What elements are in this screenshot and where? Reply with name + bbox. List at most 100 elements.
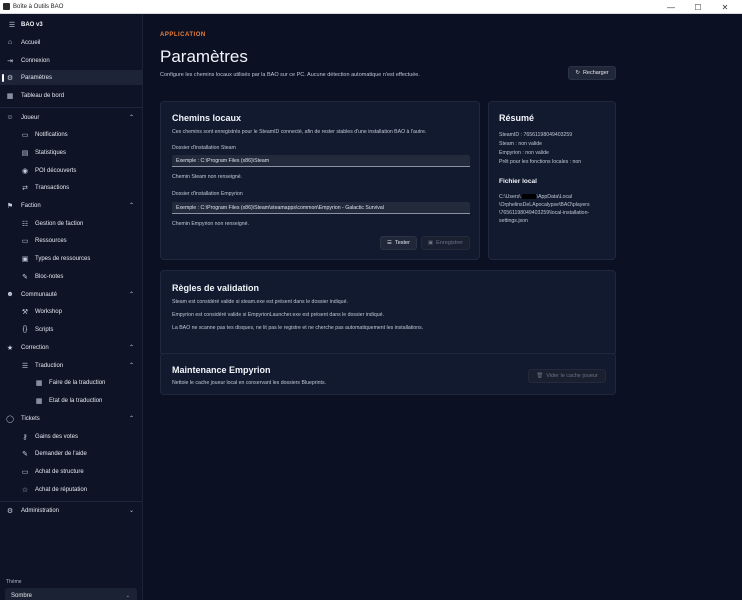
chevron-up-icon: ⌃ — [128, 416, 134, 422]
local-paths-description: Ces chemins sont enregistrés pour le Ste… — [172, 129, 427, 135]
gear-icon: ⚙ — [6, 507, 14, 515]
sidebar-item-tableau-de-bord[interactable]: ▦ Tableau de bord — [0, 88, 143, 103]
theme-select[interactable]: Sombre ⌄ — [5, 588, 137, 600]
sidebar-group-joueur[interactable]: ☺ Joueur ⌃ — [0, 110, 143, 125]
page-subtitle: Configure les chemins locaux utilisés pa… — [160, 72, 420, 78]
summary-empyrion: Empyrion : non valide — [499, 150, 549, 156]
tag-icon: ▣ — [21, 255, 29, 263]
sidebar-item-ressources[interactable]: ▭ Ressources — [0, 233, 143, 248]
empyrion-status: Chemin Empyrion non renseigné. — [172, 221, 249, 227]
sidebar-item-gains-des-votes[interactable]: ⚷ Gains des votes — [0, 429, 143, 444]
close-button[interactable]: ✕ — [712, 0, 738, 14]
sidebar-item-faire-de-la-traduction[interactable]: ▦ Faire de la traduction — [0, 375, 143, 390]
table-icon: ▦ — [35, 397, 43, 405]
sidebar-item-achat-de-structure[interactable]: ▭ Achat de structure — [0, 464, 143, 479]
star-outline-icon: ☆ — [21, 486, 29, 494]
login-icon: ⇥ — [7, 57, 13, 65]
local-file-path-line1: C:\Users\ \AppData\Local — [499, 194, 573, 200]
steam-path-input[interactable]: Exemple : C:\Program Files (x86)\Steam — [172, 155, 470, 167]
sidebar-item-transactions[interactable]: ⇄ Transactions — [0, 180, 143, 195]
sidebar-item-notifications[interactable]: ▭ Notifications — [0, 127, 143, 142]
sidebar-item-statistiques[interactable]: ▤ Statistiques — [0, 145, 143, 160]
test-button[interactable]: ☰ Tester — [380, 236, 417, 250]
clear-cache-button[interactable]: 🗑 Vider le cache joueur — [528, 369, 606, 383]
help-icon: ✎ — [22, 450, 28, 458]
code-icon: {} — [22, 326, 28, 333]
steam-status: Chemin Steam non renseigné. — [172, 174, 243, 180]
validation-rule-steam: Steam est considéré valide si steam.exe … — [172, 299, 348, 305]
chevron-up-icon: ⌃ — [128, 115, 134, 121]
dashboard-icon: ▦ — [6, 92, 14, 100]
chevron-down-icon: ⌄ — [125, 592, 130, 599]
empyrion-field-label: Dossier d'installation Empyrion — [172, 191, 243, 197]
chevron-up-icon: ⌃ — [128, 292, 134, 298]
note-icon: ✎ — [22, 273, 28, 281]
sidebar-group-communaute[interactable]: ☻ Communauté ⌃ — [0, 287, 143, 302]
sidebar-item-poi-decouverts[interactable]: ◉ POI découverts — [0, 163, 143, 178]
page-title: Paramètres — [160, 47, 248, 66]
gear-icon: ⚙ — [6, 74, 14, 82]
reload-button[interactable]: ↻ Recharger — [568, 66, 616, 80]
sidebar-group-faction[interactable]: ⚑ Faction ⌃ — [0, 198, 143, 213]
window-title: Boîte à Outils BAO — [13, 3, 64, 10]
swap-icon: ⇄ — [22, 184, 28, 192]
sidebar-item-gestion-de-faction[interactable]: ☷ Gestion de faction — [0, 216, 143, 231]
validation-rule-empyrion: Empyrion est considéré valide si Empyrio… — [172, 312, 384, 318]
steam-field-label: Dossier d'installation Steam — [172, 145, 236, 151]
sidebar: ☰ BAO v3 ⌂ Accueil ⇥ Connexion ⚙ Paramèt… — [0, 14, 143, 600]
sidebar-divider — [0, 107, 143, 108]
save-button[interactable]: ▣ Enregistrer — [421, 236, 470, 250]
sidebar-brand[interactable]: ☰ BAO v3 — [0, 17, 143, 32]
pin-icon: ◉ — [21, 167, 29, 175]
sidebar-item-scripts[interactable]: {} Scripts — [0, 322, 143, 337]
faction-icon: ⚑ — [6, 202, 14, 210]
sidebar-item-bloc-notes[interactable]: ✎ Bloc-notes — [0, 269, 143, 284]
ticket-icon: ◯ — [6, 415, 14, 423]
main-content: APPLICATION Paramètres Configure les che… — [143, 14, 742, 600]
people-icon: ☷ — [21, 220, 29, 228]
sidebar-divider — [0, 501, 143, 502]
sidebar-item-accueil[interactable]: ⌂ Accueil — [0, 35, 143, 50]
sidebar-group-correction[interactable]: ★ Correction ⌃ — [0, 340, 143, 355]
sidebar-item-etat-de-la-traduction[interactable]: ▦ Etat de la traduction — [0, 393, 143, 408]
grid-icon: ▤ — [21, 149, 29, 157]
local-file-path-line3: \76561198049403259\local-installation- — [499, 210, 590, 216]
local-paths-card: Chemins locaux Ces chemins sont enregist… — [160, 101, 480, 260]
minimize-button[interactable]: — — [658, 0, 684, 14]
folder-icon: ▭ — [21, 468, 29, 476]
list-check-icon: ☰ — [387, 240, 392, 246]
maintenance-title: Maintenance Empyrion — [172, 365, 271, 375]
chevron-up-icon: ⌃ — [128, 203, 134, 209]
key-icon: ⚷ — [22, 433, 28, 441]
redacted-username — [521, 194, 536, 200]
maximize-button[interactable]: ☐ — [685, 0, 711, 14]
sidebar-item-workshop[interactable]: ⚒ Workshop — [0, 304, 143, 319]
sidebar-item-connexion[interactable]: ⇥ Connexion — [0, 53, 143, 68]
summary-steam: Steam : non valide — [499, 141, 542, 147]
sidebar-group-administration[interactable]: ⚙ Administration ⌄ — [0, 503, 143, 518]
home-icon: ⌂ — [7, 39, 13, 46]
sidebar-group-tickets[interactable]: ◯ Tickets ⌃ — [0, 411, 143, 426]
hamburger-icon: ☰ — [8, 21, 16, 29]
trash-icon: 🗑 — [536, 373, 544, 379]
theme-label: Thème — [6, 579, 22, 585]
sidebar-item-types-de-ressources[interactable]: ▣ Types de ressources — [0, 251, 143, 266]
summary-ready: Prêt pour les fonctions locales : non — [499, 159, 582, 165]
chevron-up-icon: ⌃ — [128, 345, 134, 351]
workshop-icon: ⚒ — [21, 308, 29, 316]
summary-title: Résumé — [499, 113, 535, 123]
empyrion-path-input[interactable]: Exemple : C:\Program Files (x86)\Steam\s… — [172, 202, 470, 214]
sidebar-group-traduction[interactable]: ☰ Traduction ⌃ — [0, 358, 143, 373]
maintenance-description: Nettoie le cache joueur local en conserv… — [172, 380, 326, 386]
summary-steamid: SteamID : 76561198049403259 — [499, 132, 573, 138]
save-icon: ▣ — [427, 240, 434, 246]
sidebar-item-achat-de-reputation[interactable]: ☆ Achat de réputation — [0, 482, 143, 497]
validation-rule-noscan: La BAO ne scanne pas tes disques, ne lit… — [172, 325, 424, 331]
sidebar-item-demander-de-l-aide[interactable]: ✎ Demander de l'aide — [0, 446, 143, 461]
community-icon: ☻ — [6, 291, 14, 298]
sidebar-item-parametres[interactable]: ⚙ Paramètres — [0, 70, 143, 85]
maintenance-card: Maintenance Empyrion Nettoie le cache jo… — [160, 353, 616, 395]
refresh-icon: ↻ — [575, 70, 580, 76]
chevron-down-icon: ⌄ — [128, 508, 134, 514]
validation-card: Règles de validation Steam est considéré… — [160, 270, 616, 356]
